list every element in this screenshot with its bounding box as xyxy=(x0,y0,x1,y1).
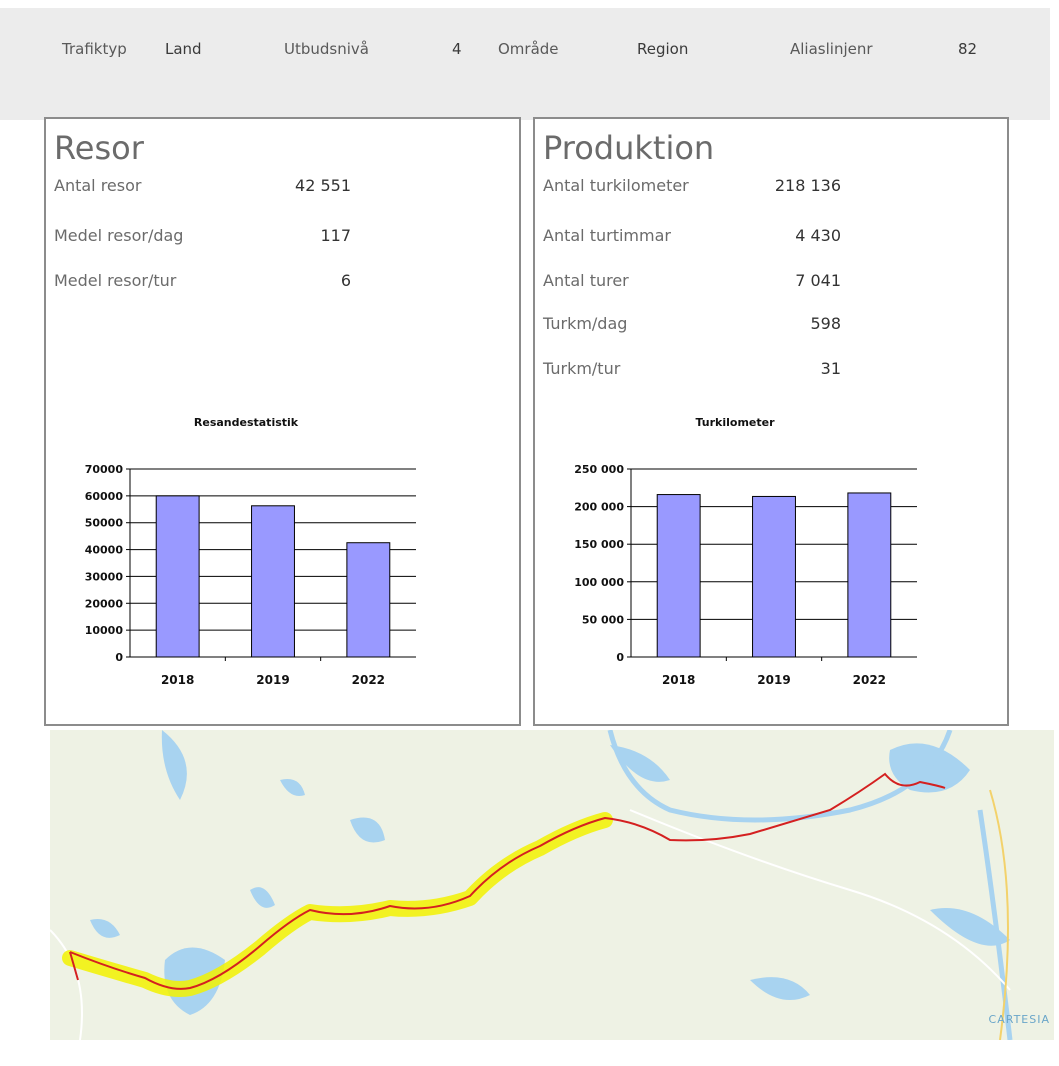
x-tick-label: 2019 xyxy=(256,673,289,687)
route-map: CARTESIA xyxy=(50,730,1054,1040)
map-canvas xyxy=(50,730,1013,1040)
bar xyxy=(656,494,701,658)
y-tick-label: 0 xyxy=(115,651,123,664)
omrade-value: Region xyxy=(637,40,689,58)
aliaslinjenr-value: 82 xyxy=(958,40,978,58)
x-tick-label: 2018 xyxy=(662,673,695,687)
stat-label: Antal turkilometer xyxy=(543,176,689,195)
y-tick-label: 60000 xyxy=(85,490,124,503)
lake-shape xyxy=(161,730,187,800)
stat-label: Turkm/tur xyxy=(543,359,621,378)
y-tick-label: 200 000 xyxy=(574,501,624,514)
stat-value: 598 xyxy=(810,314,841,333)
utbudsniva-label: Utbudsnivå xyxy=(284,40,369,58)
header-bar: Trafiktyp Land Utbudsnivå 4 Område Regio… xyxy=(0,8,1050,120)
lake-shape xyxy=(750,977,810,1000)
stat-value: 6 xyxy=(340,271,351,290)
route-highlight xyxy=(62,812,613,997)
lake-shape xyxy=(250,887,275,908)
y-tick-label: 10000 xyxy=(85,624,124,637)
x-tick-label: 2018 xyxy=(161,673,194,687)
stat-value: 218 136 xyxy=(774,176,841,195)
omrade-label: Område xyxy=(498,40,559,58)
chart-title: Turkilometer xyxy=(695,416,775,429)
resandestatistik-chart: 0 10000 20000 30000 40000 50000 60000 70000 2018… xyxy=(85,463,416,687)
y-tick-label: 70000 xyxy=(85,463,124,476)
stat-label: Antal turtimmar xyxy=(543,226,671,245)
stat-value: 42 551 xyxy=(295,176,351,195)
turkilometer-chart: 0 50 000 100 000 150 000 200 000 250 000 2018 2… xyxy=(574,463,917,687)
y-tick-label: 40000 xyxy=(85,544,124,557)
road-line xyxy=(629,809,1011,991)
produktion-title: Produktion xyxy=(543,129,715,167)
y-tick-label: 150 000 xyxy=(574,538,624,551)
lake-shape xyxy=(90,919,120,938)
aliaslinjenr-label: Aliaslinjenr xyxy=(790,40,873,58)
stat-value: 117 xyxy=(320,226,351,245)
stat-label: Turkm/dag xyxy=(543,314,628,333)
trafiktyp-label: Trafiktyp xyxy=(62,40,127,58)
y-tick-label: 20000 xyxy=(85,597,124,610)
stat-value: 4 430 xyxy=(795,226,841,245)
y-tick-label: 250 000 xyxy=(574,463,624,476)
trafiktyp-value: Land xyxy=(165,40,202,58)
produktion-panel: Produktion Antal turkilometer 218 136 An… xyxy=(533,117,1009,726)
bar xyxy=(346,542,391,658)
y-tick-label: 50000 xyxy=(85,517,124,530)
x-tick-label: 2022 xyxy=(853,673,886,687)
resor-panel: Resor Antal resor 42 551 Medel resor/dag… xyxy=(44,117,521,726)
y-tick-label: 0 xyxy=(616,651,624,664)
stat-value: 31 xyxy=(820,359,841,378)
map-watermark: CARTESIA xyxy=(988,1013,1050,1026)
utbudsniva-value: 4 xyxy=(452,40,462,58)
x-tick-label: 2022 xyxy=(352,673,385,687)
stat-label: Antal resor xyxy=(54,176,142,195)
resor-title: Resor xyxy=(54,129,144,167)
lake-shape xyxy=(280,779,305,796)
road-line xyxy=(50,929,83,1040)
bar xyxy=(847,492,892,658)
stat-label: Medel resor/tur xyxy=(54,271,177,290)
x-tick-label: 2019 xyxy=(757,673,790,687)
lake-shape xyxy=(350,817,385,843)
bar xyxy=(155,495,200,658)
y-tick-label: 30000 xyxy=(85,570,124,583)
y-tick-label: 50 000 xyxy=(582,613,624,626)
stat-value: 7 041 xyxy=(795,271,841,290)
y-tick-label: 100 000 xyxy=(574,576,624,589)
stat-label: Medel resor/dag xyxy=(54,226,184,245)
stat-label: Antal turer xyxy=(543,271,629,290)
bar xyxy=(251,505,295,658)
chart-title: Resandestatistik xyxy=(193,416,299,429)
bar xyxy=(752,495,796,658)
